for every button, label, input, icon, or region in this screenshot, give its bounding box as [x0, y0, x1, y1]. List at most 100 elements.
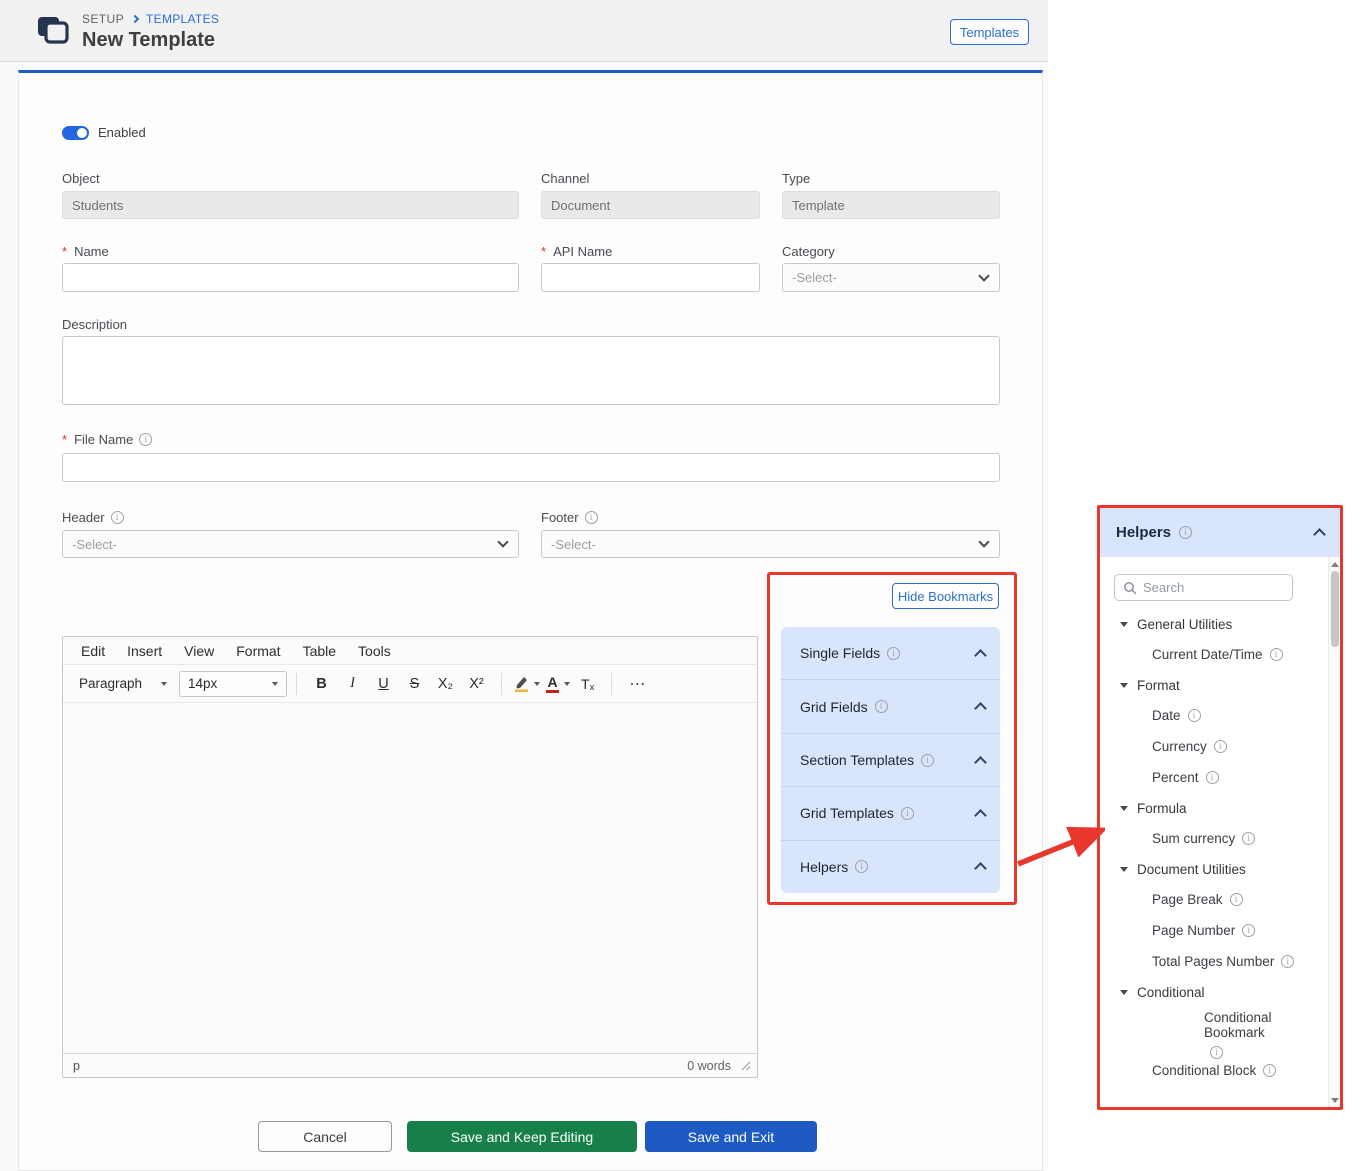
enabled-toggle[interactable]: [62, 126, 89, 140]
save-and-exit-button[interactable]: Save and Exit: [645, 1121, 817, 1152]
file-name-input[interactable]: [62, 453, 1000, 482]
header-select[interactable]: -Select-: [62, 530, 519, 558]
helper-item-date[interactable]: Date: [1100, 700, 1328, 731]
breadcrumb-templates-link[interactable]: TEMPLATES: [146, 12, 219, 26]
info-icon[interactable]: [901, 807, 914, 820]
subscript-button[interactable]: X₂: [430, 670, 461, 698]
caret-down-icon: [272, 682, 278, 686]
menu-format[interactable]: Format: [225, 643, 291, 659]
helper-item-percent[interactable]: Percent: [1100, 762, 1328, 793]
section-label: Section Templates: [800, 752, 914, 768]
templates-button[interactable]: Templates: [950, 19, 1029, 45]
info-icon[interactable]: [1188, 709, 1201, 722]
info-icon[interactable]: [1242, 832, 1255, 845]
info-icon[interactable]: [1210, 1046, 1223, 1059]
highlight-color-button[interactable]: [511, 675, 543, 692]
highlight-pen-icon: [514, 675, 529, 692]
superscript-button[interactable]: X²: [461, 670, 492, 698]
info-icon[interactable]: [139, 433, 152, 446]
info-icon[interactable]: [1263, 1064, 1276, 1077]
helper-item-total-pages-number[interactable]: Total Pages Number: [1100, 946, 1328, 977]
helper-item-page-number[interactable]: Page Number: [1100, 915, 1328, 946]
helpers-tree: General Utilities Current Date/Time Form…: [1100, 609, 1328, 1086]
bookmark-section-single-fields[interactable]: Single Fields: [781, 627, 1000, 680]
required-marker: *: [62, 244, 67, 259]
info-icon[interactable]: [1242, 924, 1255, 937]
helper-group-format[interactable]: Format: [1100, 670, 1328, 700]
triangle-down-icon: [1120, 806, 1128, 811]
info-icon[interactable]: [585, 511, 598, 524]
bookmark-section-grid-templates[interactable]: Grid Templates: [781, 787, 1000, 840]
bookmark-section-grid-fields[interactable]: Grid Fields: [781, 680, 1000, 733]
bookmark-section-section-templates[interactable]: Section Templates: [781, 734, 1000, 787]
underline-button[interactable]: U: [368, 670, 399, 698]
triangle-down-icon: [1120, 867, 1128, 872]
helper-label: Page Break: [1152, 892, 1223, 907]
info-icon[interactable]: [1179, 526, 1192, 539]
chevron-up-icon: [974, 756, 987, 769]
info-icon[interactable]: [855, 860, 868, 873]
chevron-up-icon: [974, 809, 987, 822]
info-icon[interactable]: [1281, 955, 1294, 968]
info-icon[interactable]: [1214, 740, 1227, 753]
helper-item-page-break[interactable]: Page Break: [1100, 884, 1328, 915]
helper-item-sum-currency[interactable]: Sum currency: [1100, 823, 1328, 854]
chevron-down-icon: [497, 536, 508, 547]
italic-button[interactable]: I: [337, 670, 368, 698]
element-path[interactable]: p: [73, 1059, 80, 1073]
caret-down-icon: [161, 682, 167, 686]
menu-view[interactable]: View: [173, 643, 225, 659]
cancel-button[interactable]: Cancel: [258, 1121, 392, 1152]
object-label: Object: [62, 171, 100, 186]
category-select[interactable]: -Select-: [782, 263, 1000, 292]
menu-insert[interactable]: Insert: [116, 643, 173, 659]
paragraph-style-select[interactable]: Paragraph: [71, 671, 175, 697]
name-label: *Name: [62, 244, 109, 259]
info-icon[interactable]: [921, 754, 934, 767]
word-count[interactable]: 0 words: [687, 1059, 731, 1073]
font-size-select[interactable]: 14px: [179, 671, 287, 697]
bold-button[interactable]: B: [306, 670, 337, 698]
helper-group-document-utilities[interactable]: Document Utilities: [1100, 854, 1328, 884]
helper-item-currency[interactable]: Currency: [1100, 731, 1328, 762]
section-label: Helpers: [800, 859, 848, 875]
bookmark-section-helpers[interactable]: Helpers: [781, 841, 1000, 893]
editor-toolbar: Paragraph 14px B I U S X₂ X²: [63, 665, 757, 703]
hide-bookmarks-button[interactable]: Hide Bookmarks: [892, 583, 999, 609]
breadcrumb: SETUP TEMPLATES: [82, 12, 219, 26]
menu-table[interactable]: Table: [292, 643, 347, 659]
info-icon[interactable]: [1206, 771, 1219, 784]
scroll-down-icon[interactable]: [1329, 1094, 1340, 1106]
info-icon[interactable]: [1270, 648, 1283, 661]
info-icon[interactable]: [887, 647, 900, 660]
scroll-up-icon[interactable]: [1329, 558, 1340, 570]
scrollbar-thumb[interactable]: [1331, 571, 1339, 647]
helpers-panel-header[interactable]: Helpers: [1100, 508, 1340, 557]
helper-group-conditional[interactable]: Conditional: [1100, 977, 1328, 1007]
strikethrough-button[interactable]: S: [399, 670, 430, 698]
helper-item-conditional-bookmark[interactable]: Conditional Bookmark: [1100, 1007, 1328, 1055]
scrollbar[interactable]: [1328, 557, 1340, 1107]
footer-select[interactable]: -Select-: [541, 530, 1000, 558]
info-icon[interactable]: [111, 511, 124, 524]
menu-tools[interactable]: Tools: [347, 643, 402, 659]
resize-grip[interactable]: [741, 1061, 751, 1071]
info-icon[interactable]: [1230, 893, 1243, 906]
helper-item-current-date-time[interactable]: Current Date/Time: [1100, 639, 1328, 670]
info-icon[interactable]: [875, 700, 888, 713]
menu-edit[interactable]: Edit: [70, 643, 116, 659]
font-color-button[interactable]: A: [543, 675, 573, 693]
name-input[interactable]: [62, 263, 519, 292]
description-textarea[interactable]: [62, 336, 1000, 405]
helper-group-general-utilities[interactable]: General Utilities: [1100, 609, 1328, 639]
editor-content-area[interactable]: [63, 703, 757, 1053]
more-toolbar-button[interactable]: ⋯: [621, 674, 654, 694]
templates-app-icon: [36, 15, 70, 51]
helpers-search-input[interactable]: [1143, 580, 1284, 595]
helper-group-formula[interactable]: Formula: [1100, 793, 1328, 823]
clear-formatting-button[interactable]: Tx: [573, 676, 602, 692]
helpers-panel-body: General Utilities Current Date/Time Form…: [1100, 557, 1340, 1107]
api-name-input[interactable]: [541, 263, 760, 292]
save-and-keep-editing-button[interactable]: Save and Keep Editing: [407, 1121, 637, 1152]
footer-value: -Select-: [551, 537, 596, 552]
